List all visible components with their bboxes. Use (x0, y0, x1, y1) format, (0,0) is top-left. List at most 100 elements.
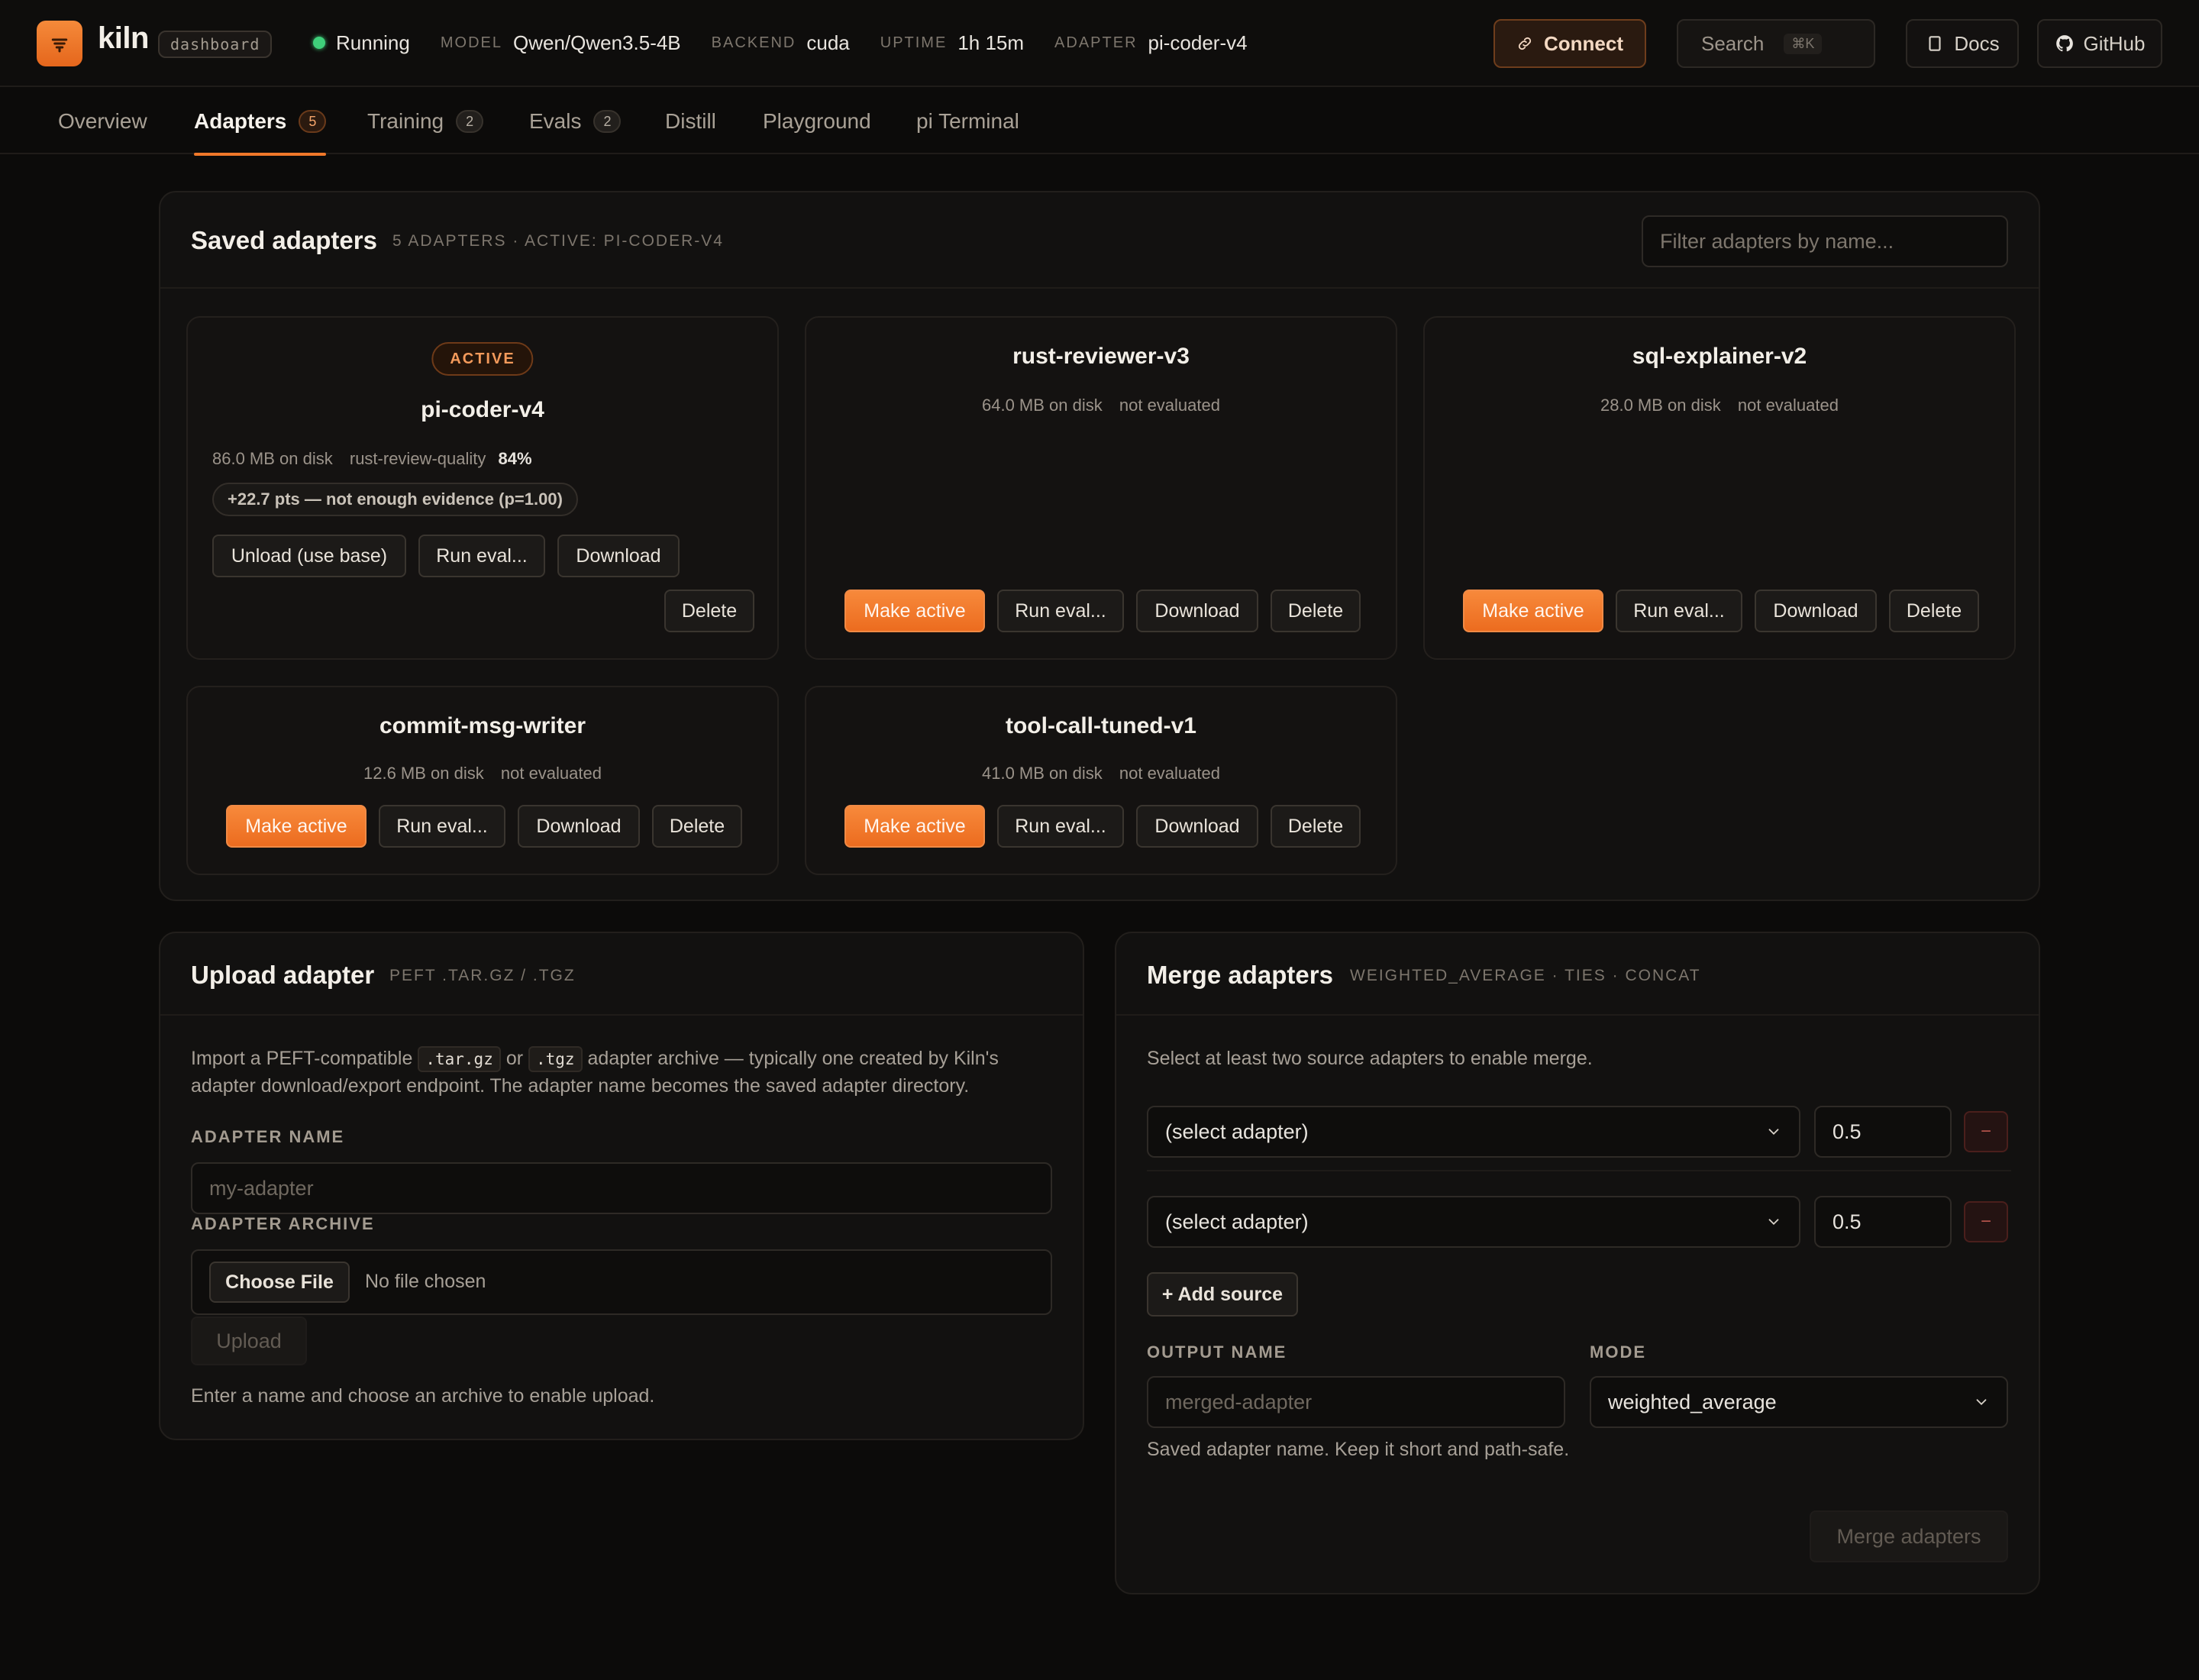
upload-title: Upload adapter (191, 961, 375, 989)
adapter-value: pi-coder-v4 (1148, 31, 1248, 54)
search-button[interactable]: Search ⌘K (1677, 19, 1875, 68)
github-icon (2055, 35, 2073, 52)
selected-value: weighted_average (1608, 1390, 1777, 1413)
kiln-logo[interactable] (37, 21, 82, 66)
docs-button[interactable]: Docs (1906, 19, 2019, 68)
tab-count-badge: 2 (593, 110, 622, 133)
adapter-size: 41.0 MB on disk (982, 764, 1103, 783)
desc-text: Import a PEFT-compatible (191, 1048, 413, 1069)
filter-adapters-input[interactable] (1642, 215, 2008, 267)
remove-source-button[interactable]: − (1964, 1201, 2008, 1242)
tab-training[interactable]: Training 2 (367, 89, 484, 154)
merge-mode-select[interactable]: weighted_average (1590, 1376, 2008, 1428)
make-active-button[interactable]: Make active (226, 805, 366, 848)
delete-button[interactable]: Delete (1889, 590, 1979, 632)
merge-source-select[interactable]: (select adapter) (1147, 1106, 1800, 1158)
eval-delta-pill: +22.7 pts — not enough evidence (p=1.00) (212, 483, 578, 516)
status-text: Running (336, 31, 410, 54)
output-name-input[interactable] (1147, 1376, 1565, 1428)
upload-button[interactable]: Upload (191, 1317, 307, 1365)
connect-button[interactable]: Connect (1493, 19, 1646, 68)
connect-label: Connect (1544, 31, 1623, 55)
add-source-button[interactable]: + Add source (1147, 1272, 1298, 1317)
adapter-name-input[interactable] (191, 1162, 1052, 1214)
merge-header: Merge adapters weighted_average · ties ·… (1116, 933, 2039, 1016)
merge-weight-input[interactable]: 0.5 (1814, 1196, 1952, 1248)
tab-label: Adapters (194, 109, 287, 133)
download-button[interactable]: Download (518, 805, 640, 848)
merge-description: Select at least two source adapters to e… (1147, 1048, 1593, 1069)
adapter-size: 86.0 MB on disk (212, 449, 333, 468)
remove-source-button[interactable]: − (1964, 1111, 2008, 1152)
github-label: GitHub (2083, 31, 2146, 55)
download-button[interactable]: Download (1136, 805, 1258, 848)
download-button[interactable]: Download (1755, 590, 1877, 632)
upload-description: Import a PEFT-compatible .tar.gz or .tgz… (191, 1045, 1046, 1100)
tab-pi-terminal[interactable]: pi Terminal (916, 89, 1019, 154)
backend-value: cuda (806, 31, 850, 54)
adapter-name: rust-reviewer-v3 (1012, 344, 1190, 369)
run-eval-button[interactable]: Run eval... (1616, 590, 1742, 632)
active-badge: ACTIVE (431, 342, 534, 376)
make-active-button[interactable]: Make active (844, 805, 985, 848)
delete-button[interactable]: Delete (664, 590, 754, 632)
adapter-meta: 64.0 MB on disk not evaluated (806, 396, 1396, 415)
output-name-label: OUTPUT NAME (1147, 1342, 1287, 1362)
run-eval-button[interactable]: Run eval... (997, 805, 1124, 848)
adapter-meta: 86.0 MB on disk rust-review-quality 84% (212, 449, 777, 469)
adapter-eval-status: not evaluated (1737, 396, 1839, 415)
run-eval-button[interactable]: Run eval... (418, 535, 545, 577)
merge-source-select[interactable]: (select adapter) (1147, 1196, 1800, 1248)
desc-code-targz: .tar.gz (418, 1046, 501, 1072)
delete-button[interactable]: Delete (652, 805, 742, 848)
adapter-name: tool-call-tuned-v1 (1005, 713, 1196, 738)
make-active-button[interactable]: Make active (1463, 590, 1603, 632)
tab-adapters[interactable]: Adapters 5 (194, 89, 327, 156)
upload-adapter-panel: Upload adapter PEFT .tar.gz / .tgz Impor… (159, 932, 1084, 1440)
status-dot-icon (313, 37, 325, 49)
selected-value: (select adapter) (1165, 1210, 1309, 1233)
delete-button[interactable]: Delete (1271, 590, 1361, 632)
backend-info: BACKEND cuda (712, 31, 850, 55)
adapter-size: 12.6 MB on disk (363, 764, 484, 783)
adapter-eval-status: not evaluated (1119, 764, 1220, 783)
merge-adapters-button[interactable]: Merge adapters (1810, 1510, 2008, 1562)
make-active-button[interactable]: Make active (844, 590, 985, 632)
merge-adapters-panel: Merge adapters weighted_average · ties ·… (1115, 932, 2040, 1594)
brand-name: kiln (98, 21, 149, 55)
chevron-down-icon (1768, 1129, 1779, 1136)
adapter-card-pi-coder-v4: ACTIVE pi-coder-v4 86.0 MB on disk rust-… (186, 316, 779, 660)
tab-evals[interactable]: Evals 2 (529, 89, 622, 154)
source-divider (1147, 1170, 2011, 1171)
run-eval-button[interactable]: Run eval... (997, 590, 1124, 632)
tab-label: Overview (58, 109, 147, 133)
upload-subtitle: PEFT .tar.gz / .tgz (389, 967, 576, 984)
unload-button[interactable]: Unload (use base) (212, 535, 406, 577)
tab-overview[interactable]: Overview (58, 89, 147, 154)
download-button[interactable]: Download (1136, 590, 1258, 632)
adapter-card-sql-explainer-v2: sql-explainer-v2 28.0 MB on disk not eva… (1423, 316, 2016, 660)
github-button[interactable]: GitHub (2037, 19, 2162, 68)
merge-subtitle: weighted_average · ties · concat (1350, 967, 1701, 984)
tab-playground[interactable]: Playground (763, 89, 871, 154)
uptime-label: UPTIME (880, 34, 948, 51)
merge-weight-input[interactable]: 0.5 (1814, 1106, 1952, 1158)
tab-distill[interactable]: Distill (665, 89, 716, 154)
choose-file-button[interactable]: Choose File (209, 1262, 350, 1303)
adapter-info: ADAPTER pi-coder-v4 (1054, 31, 1248, 55)
download-button[interactable]: Download (557, 535, 680, 577)
mode-label: MODE (1590, 1342, 1646, 1362)
adapter-archive-file-input[interactable]: Choose File No file chosen (191, 1249, 1052, 1315)
desc-text: or (505, 1048, 524, 1069)
run-eval-button[interactable]: Run eval... (379, 805, 505, 848)
delete-button[interactable]: Delete (1271, 805, 1361, 848)
adapter-meta: 12.6 MB on disk not evaluated (188, 764, 777, 783)
adapter-archive-label: ADAPTER ARCHIVE (191, 1214, 375, 1233)
brand-tag: dashboard (158, 31, 273, 58)
search-label: Search (1701, 31, 1765, 55)
backend-label: BACKEND (711, 34, 796, 51)
top-header: kiln dashboard Running MODEL Qwen/Qwen3.… (0, 0, 2199, 87)
output-name-hint: Saved adapter name. Keep it short and pa… (1147, 1439, 1570, 1460)
merge-title: Merge adapters (1147, 961, 1333, 989)
uptime-value: 1h 15m (957, 31, 1025, 54)
